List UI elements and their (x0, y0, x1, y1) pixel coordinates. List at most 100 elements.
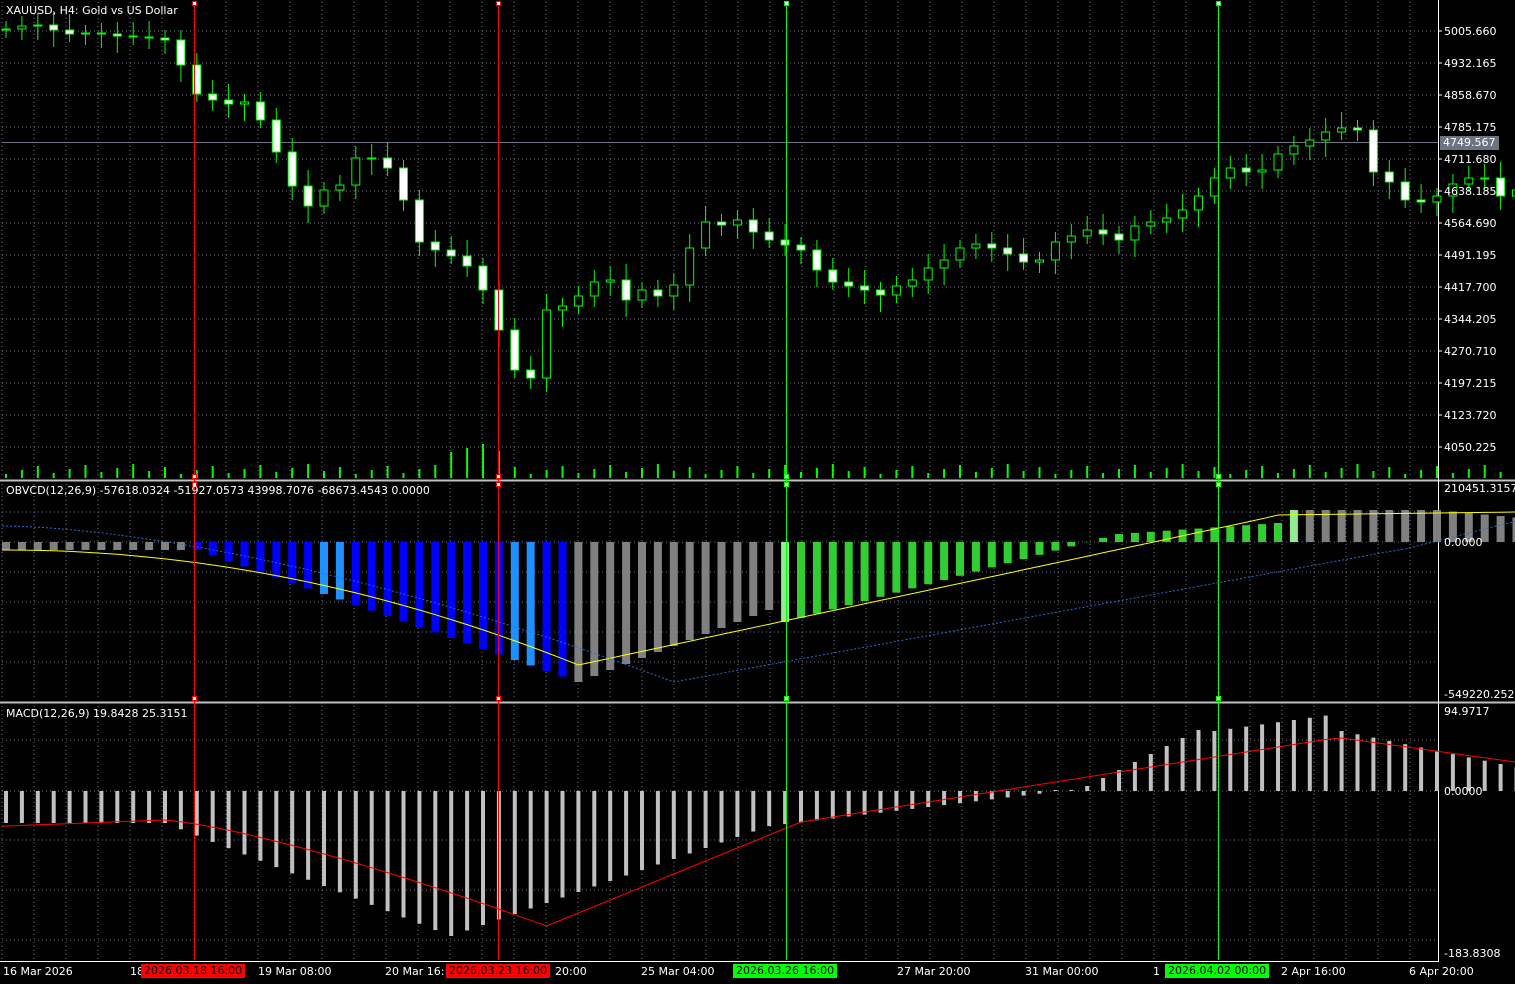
obvcd-bar (383, 542, 392, 616)
candle-body (637, 289, 647, 301)
macd-bar (178, 791, 183, 830)
candle-body (1400, 181, 1410, 201)
obvcd-bar (224, 542, 233, 561)
macd-bar (1482, 760, 1487, 791)
candle-body (1114, 233, 1124, 241)
candle-body (176, 39, 186, 66)
macd-bar (1132, 762, 1137, 791)
obvcd-bar (781, 542, 790, 622)
macd-bar (592, 791, 597, 887)
time-tick: 6 Apr 20:00 (1409, 965, 1474, 978)
time-tick: 16 Mar 2026 (3, 965, 73, 978)
obvcd-bar (97, 542, 106, 550)
obvcd-bar (812, 542, 821, 614)
macd-bar (1101, 778, 1106, 791)
macd-bar (290, 791, 295, 874)
candle-body (367, 157, 377, 160)
obvcd-bar (828, 542, 837, 610)
candle-body (383, 157, 393, 169)
macd-bar (51, 791, 56, 823)
candle-body (1050, 241, 1060, 261)
macd-bar (322, 791, 326, 886)
obvcd-bar (1433, 510, 1441, 542)
candle-body (160, 37, 170, 41)
macd-bar (35, 791, 40, 823)
macd-bar (910, 791, 915, 809)
candle-body (1305, 139, 1315, 147)
candle-body (907, 279, 917, 287)
vertical-marker-handle (1216, 696, 1221, 701)
obvcd-bar (335, 542, 344, 600)
candle-body (1194, 195, 1203, 211)
macd-bar (830, 791, 835, 819)
macd-bar (210, 791, 215, 842)
macd-bar (1403, 744, 1408, 791)
candle-body (1480, 177, 1490, 180)
obvcd-bar (176, 542, 185, 550)
obvcd-bar (272, 542, 281, 578)
obvcd-bar (971, 542, 980, 572)
current-price-tag: 4749.567 (1440, 136, 1499, 150)
candle-body (605, 279, 615, 283)
macd-bar (1037, 791, 1042, 794)
macd-bar (671, 791, 676, 859)
obvcd-bar (415, 542, 424, 627)
obvcd-bar (479, 542, 487, 649)
time-tick: 25 Mar 04:00 (641, 965, 715, 978)
time-tick: 27 Mar 20:00 (897, 965, 971, 978)
obvcd-bar (1146, 531, 1155, 542)
obvcd-bar (1258, 524, 1267, 542)
macd-bar (544, 791, 549, 903)
vertical-marker-handle (496, 696, 501, 701)
macd-bar (576, 791, 581, 892)
obvcd-bar (208, 542, 217, 556)
macd-axis-zero: 0.0000 (1444, 785, 1483, 798)
macd-bar (1212, 731, 1217, 791)
macd-bar (1435, 750, 1439, 791)
macd-bar (942, 791, 947, 806)
macd-bar (1419, 747, 1424, 791)
candle-body (1225, 167, 1235, 179)
candle-body (112, 33, 122, 37)
obvcd-bar (987, 542, 996, 568)
obvcd-bar (1242, 525, 1251, 542)
candle-body (65, 29, 75, 35)
macd-bar (799, 791, 803, 823)
obvcd-bar (924, 542, 933, 585)
candle-body (303, 185, 313, 207)
candle-body (144, 36, 154, 39)
time-tick: 20:00 (555, 965, 587, 978)
candle-body (1, 28, 11, 31)
macd-bar (1148, 754, 1153, 791)
macd-bar (767, 791, 772, 826)
obvcd-slow-line (2, 520, 1515, 683)
macd-bar (1053, 790, 1058, 791)
vline-label: 2026.03.26 16:00 (733, 964, 838, 978)
candle-body (923, 267, 933, 281)
price-tick: 4711.680 (1444, 153, 1497, 166)
price-tick: 4270.710 (1444, 345, 1497, 358)
obvcd-bar (574, 542, 583, 682)
vertical-marker-handle (1216, 1, 1221, 6)
obvcd-bar (749, 542, 758, 616)
obvcd-bar (447, 542, 456, 638)
candle-body (876, 289, 885, 296)
macd-bar (194, 791, 199, 836)
macd-bar (417, 791, 422, 924)
obvcd-bar (558, 542, 567, 677)
candle-body (33, 24, 43, 27)
macd-bar (1164, 746, 1169, 791)
candle-body (1241, 167, 1251, 173)
obvcd-bar (638, 542, 646, 658)
candle-body (1273, 153, 1283, 171)
obvcd-bar (1115, 534, 1123, 542)
price-tick: 4050.225 (1444, 441, 1497, 454)
obvcd-bar (622, 542, 631, 664)
macd-bar (1355, 734, 1360, 791)
candle-body (1098, 229, 1108, 235)
obvcd-bar (876, 542, 885, 597)
obvcd-bar (797, 542, 805, 618)
obvcd-bar (288, 542, 297, 583)
candle-body (1416, 199, 1426, 203)
macd-axis-bottom: -183.8308 (1444, 947, 1501, 960)
